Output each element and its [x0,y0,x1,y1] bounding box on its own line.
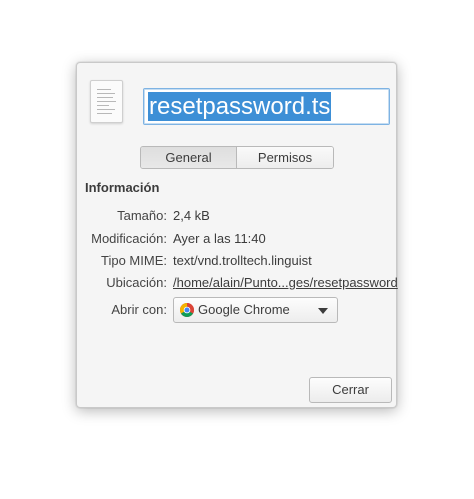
modified-value: Ayer a las 11:40 [173,231,266,246]
size-label: Tamaño: [117,208,167,223]
filename-text[interactable]: resetpassword.ts [148,92,332,121]
file-properties-dialog: resetpassword.ts General Permisos Inform… [76,62,398,408]
location-link[interactable]: /home/alain/Punto...ges/resetpassword [173,275,398,290]
tab-bar: General Permisos [140,146,334,169]
mime-row: Tipo MIME: text/vnd.trolltech.linguist [77,253,398,271]
open-with-label: Abrir con: [111,302,167,317]
close-button[interactable]: Cerrar [309,377,392,403]
section-title: Información [85,180,160,195]
tab-permisos[interactable]: Permisos [237,147,333,168]
tab-general[interactable]: General [141,147,237,168]
open-with-value: Google Chrome [198,302,290,317]
filename-input[interactable]: resetpassword.ts [143,88,390,125]
mime-label: Tipo MIME: [101,253,167,268]
chrome-icon [180,303,194,317]
location-row: Ubicación: /home/alain/Punto...ges/reset… [77,275,398,293]
mime-value: text/vnd.trolltech.linguist [173,253,312,268]
chevron-down-icon [318,308,328,314]
size-value: 2,4 kB [173,208,210,223]
open-with-select[interactable]: Google Chrome [173,297,338,323]
size-row: Tamaño: 2,4 kB [77,208,398,226]
modified-row: Modificación: Ayer a las 11:40 [77,231,398,249]
modified-label: Modificación: [91,231,167,246]
text-document-icon [90,80,123,123]
location-label: Ubicación: [106,275,167,290]
